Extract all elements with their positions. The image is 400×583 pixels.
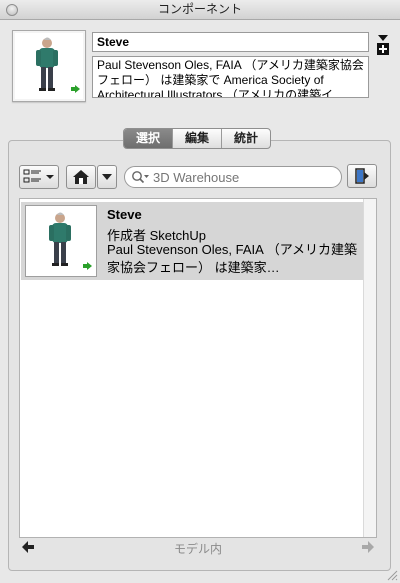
list-footer: モデル内 <box>19 538 377 558</box>
search-input[interactable] <box>153 169 323 185</box>
title-bar: コンポーネント <box>0 0 400 20</box>
component-info-panel: Steve Paul Stevenson Oles, FAIA （アメリカ建築家… <box>0 21 400 111</box>
home-icon <box>73 170 89 184</box>
view-options-icon <box>23 169 54 183</box>
component-badge-icon <box>83 262 92 270</box>
resize-grip-icon[interactable] <box>386 569 398 581</box>
details-toggle-icon[interactable] <box>376 33 390 57</box>
vertical-scrollbar[interactable] <box>363 199 376 537</box>
view-options-button[interactable] <box>19 165 59 189</box>
result-title: Steve <box>107 207 142 222</box>
tab-statistics[interactable]: 統計 <box>222 129 270 148</box>
close-icon[interactable] <box>6 4 18 16</box>
tab-select[interactable]: 選択 <box>124 129 174 148</box>
window-title: コンポーネント <box>157 2 242 16</box>
navigation-dropdown-button[interactable] <box>97 165 117 189</box>
secondary-pane-button[interactable] <box>347 164 377 188</box>
component-thumbnail <box>12 30 86 102</box>
home-button[interactable] <box>66 165 96 189</box>
component-badge-icon <box>71 85 80 93</box>
search-field[interactable] <box>124 166 342 188</box>
secondary-pane-icon <box>355 168 369 184</box>
result-description: Paul Stevenson Oles, FAIA （アメリカ建築家協会フェロー… <box>107 242 358 275</box>
component-description-field[interactable]: Paul Stevenson Oles, FAIA （アメリカ建築家協会フェロー… <box>92 56 369 98</box>
tab-bar: 選択 編集 統計 <box>123 128 272 149</box>
collection-label: モデル内 <box>173 542 222 556</box>
component-name-field[interactable]: Steve <box>92 32 369 52</box>
chevron-down-icon <box>102 174 112 180</box>
person-figure-icon <box>49 212 92 270</box>
results-list[interactable]: Steve 作成者 SketchUp Paul Stevenson Oles, … <box>19 198 377 538</box>
list-item[interactable]: Steve 作成者 SketchUp Paul Stevenson Oles, … <box>21 202 364 280</box>
result-thumbnail <box>25 205 97 277</box>
forward-arrow-icon[interactable] <box>361 540 375 554</box>
tab-edit[interactable]: 編集 <box>173 129 223 148</box>
search-icon <box>132 171 149 184</box>
person-figure-icon <box>36 37 80 93</box>
